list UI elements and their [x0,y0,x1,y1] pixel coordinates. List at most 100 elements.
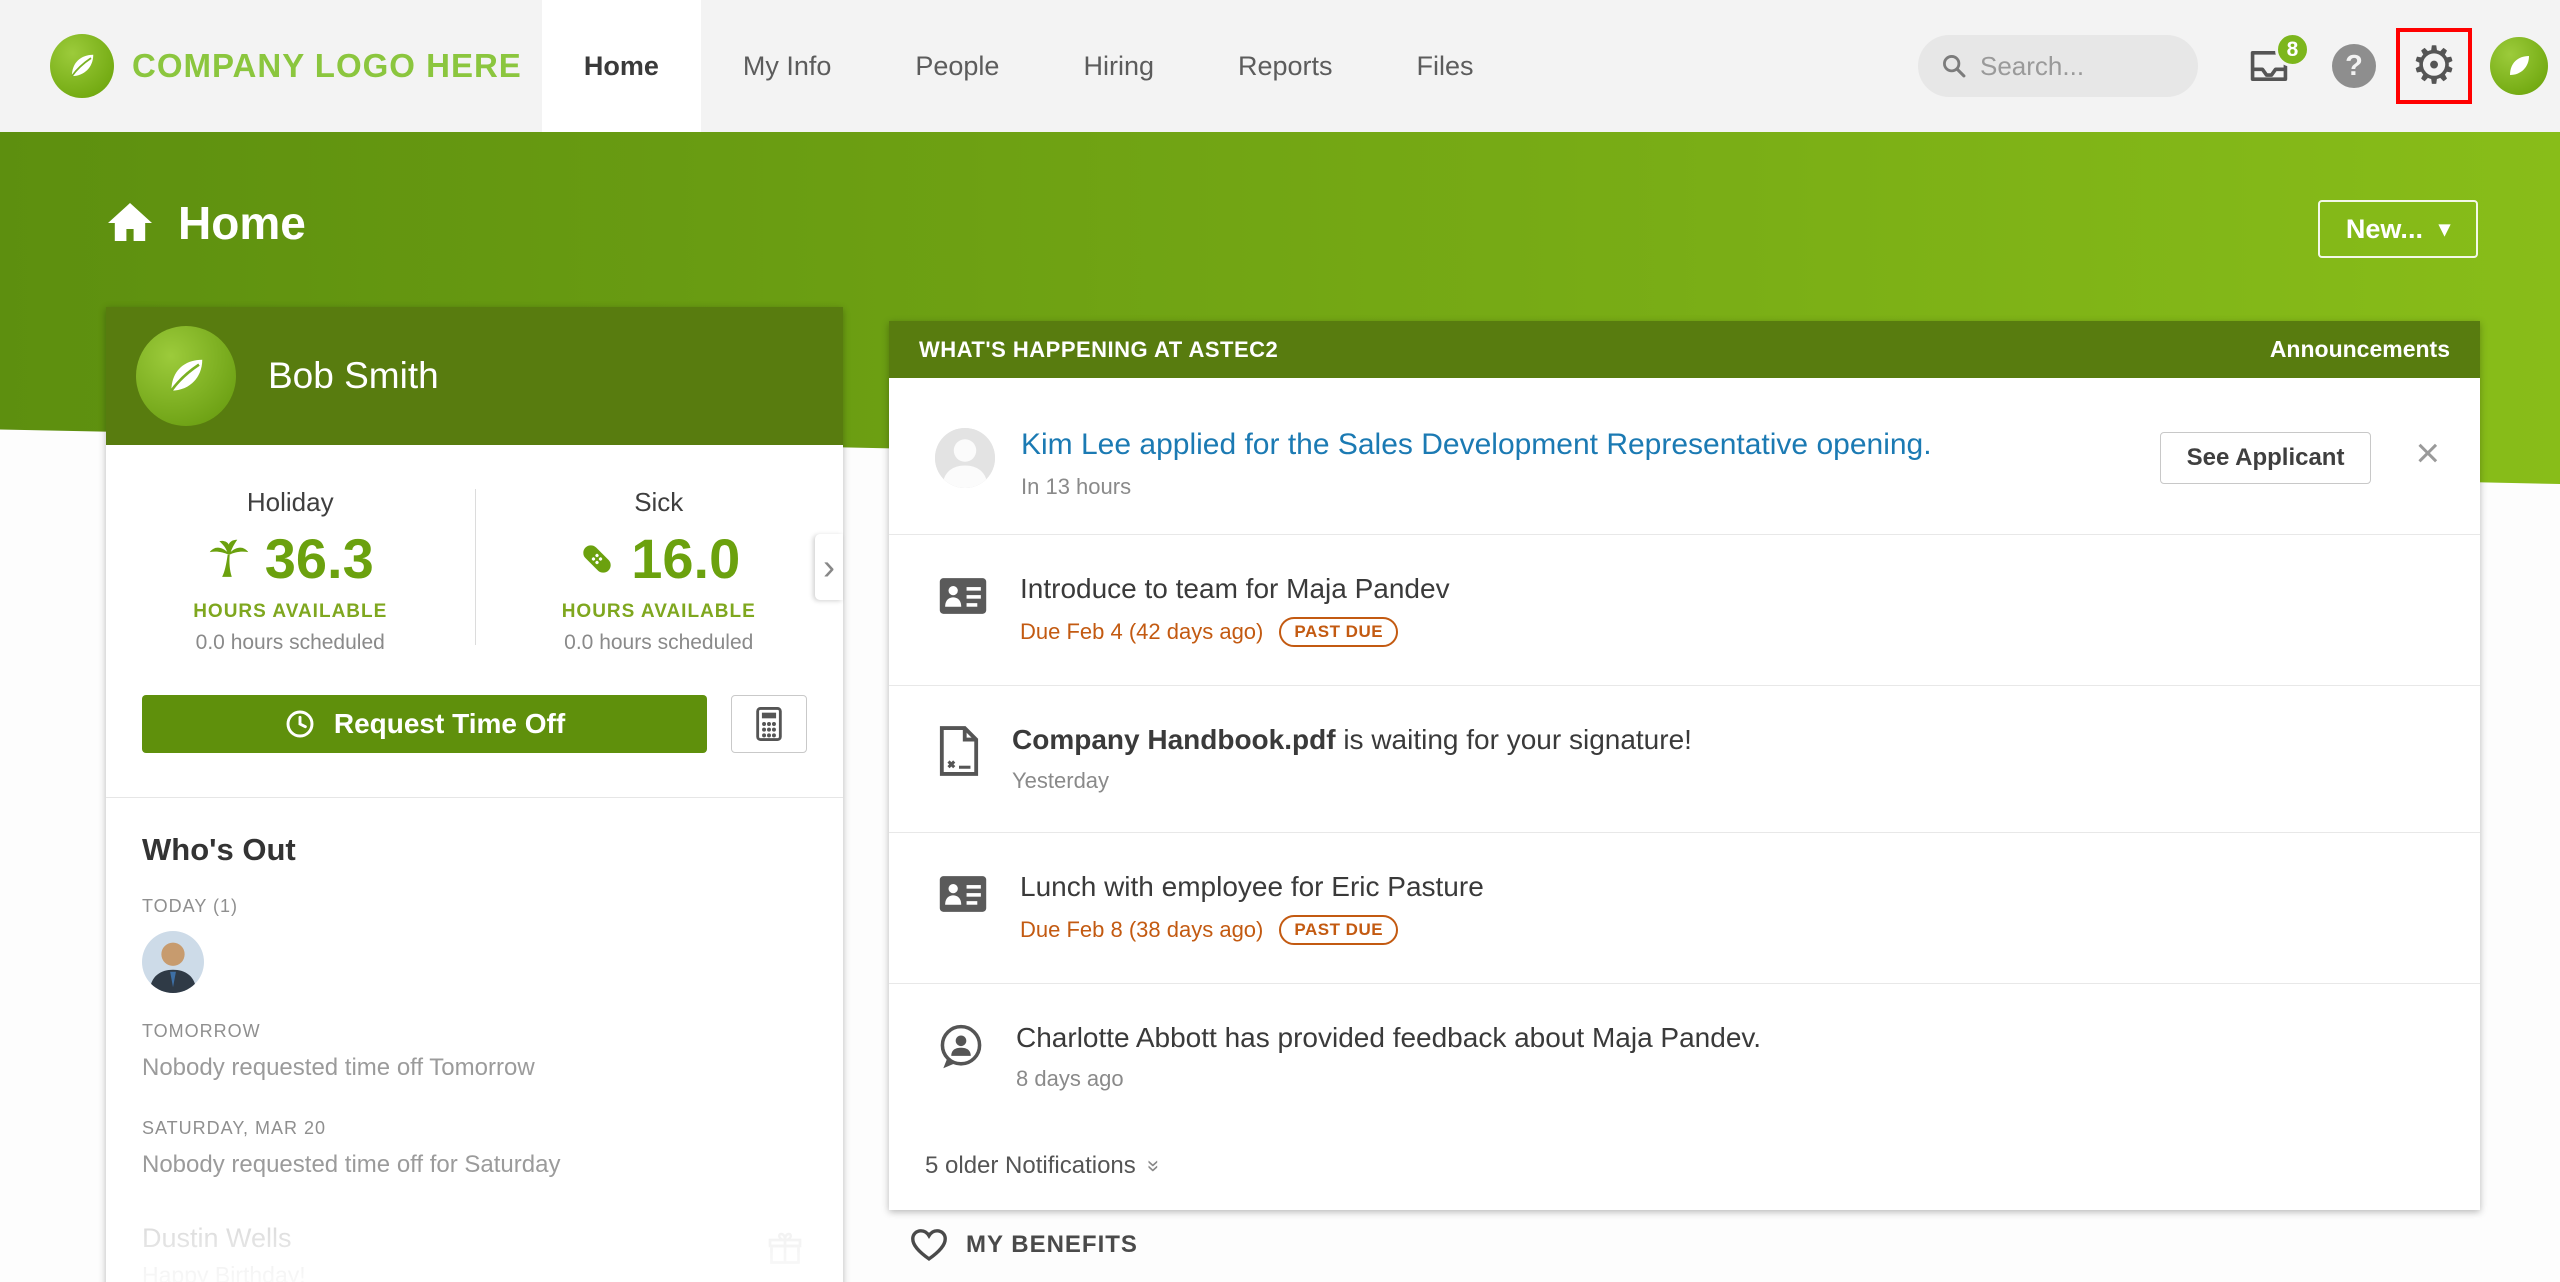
search-input[interactable] [1980,51,2176,82]
nav-home[interactable]: Home [542,0,701,132]
holiday-stat: Holiday 36.3 HOURS AVAILABLE 0.0 hours s… [106,487,475,655]
whos-out-saturday-text: Nobody requested time off for Saturday [142,1151,807,1179]
nav-hiring[interactable]: Hiring [1041,0,1196,132]
task-title-rest: is waiting for your signature! [1336,724,1692,755]
gift-icon [767,1231,803,1272]
task-row: Lunch with employee for Eric Pasture Due… [889,832,2480,983]
task-body: Charlotte Abbott has provided feedback a… [1016,1022,1761,1092]
holiday-scheduled-label: 0.0 hours scheduled [106,631,475,655]
bamboo-leaf-logo-icon [50,34,114,98]
request-time-off-button[interactable]: Request Time Off [142,695,707,753]
settings-highlight-box: ⚙ [2396,28,2472,104]
task-due-text: Due Feb 8 (38 days ago) [1020,917,1263,943]
page-title-text: Home [178,196,306,250]
employee-avatar[interactable] [136,326,236,426]
whats-happening-header: WHAT'S HAPPENING AT ASTEC2 Announcements [889,321,2480,378]
holiday-available-label: HOURS AVAILABLE [106,601,475,623]
nav-my-info[interactable]: My Info [701,0,874,132]
nav-people[interactable]: People [873,0,1041,132]
celebration-text: Happy Birthday! [142,1262,807,1282]
nav-reports[interactable]: Reports [1196,0,1375,132]
sick-label: Sick [475,487,844,518]
task-row: Charlotte Abbott has provided feedback a… [889,983,2480,1130]
main-nav: Home My Info People Hiring Reports Files [542,0,1516,132]
sick-hours-value: 16.0 [631,526,740,591]
task-title[interactable]: Lunch with employee for Eric Pasture [1020,871,1484,903]
whos-out-saturday-label: SATURDAY, MAR 20 [142,1118,807,1139]
settings-gear-icon[interactable]: ⚙ [2411,40,2458,92]
applicant-notification-row: Kim Lee applied for the Sales Developmen… [889,378,2480,534]
whats-happening-card: WHAT'S HAPPENING AT ASTEC2 Announcements… [889,321,2480,1210]
whos-out-section: Who's Out TODAY (1) TOMORROW Nobody requ… [106,797,843,1179]
applicant-body: Kim Lee applied for the Sales Developmen… [1021,428,2134,500]
whos-out-title: Who's Out [142,832,807,868]
time-off-stats: Holiday 36.3 HOURS AVAILABLE 0.0 hours s… [106,445,843,689]
palm-tree-icon [207,537,251,581]
clock-icon [284,708,316,740]
task-title[interactable]: Introduce to team for Maja Pandev [1020,573,1450,605]
page: COMPANY LOGO HERE Home My Info People Hi… [0,0,2560,1282]
search-icon [1940,52,1968,80]
employee-name: Bob Smith [268,355,439,397]
notifications-button[interactable]: 8 [2246,46,2292,86]
document-name: Company Handbook.pdf [1012,724,1336,755]
whos-out-today-avatar[interactable] [142,931,204,993]
whos-out-tomorrow-text: Nobody requested time off Tomorrow [142,1054,807,1082]
task-body: Lunch with employee for Eric Pasture Due… [1020,871,1484,945]
heart-benefits-icon [910,1228,948,1262]
top-navigation-bar: COMPANY LOGO HERE Home My Info People Hi… [0,0,2560,132]
employee-summary-card: Bob Smith Holiday 36.3 HOURS AVAILABLE 0… [106,307,843,1282]
older-notifications-toggle[interactable]: 5 older Notifications » [889,1130,2480,1210]
search-box[interactable] [1918,35,2198,97]
user-avatar[interactable] [2490,37,2548,95]
task-title[interactable]: Charlotte Abbott has provided feedback a… [1016,1022,1761,1054]
my-benefits-section-header: MY BENEFITS [910,1228,1138,1262]
task-due-text: Due Feb 4 (42 days ago) [1020,619,1263,645]
older-notifications-label: 5 older Notifications [925,1152,1136,1180]
sick-stat: Sick 16.0 HOURS AVAILABLE 0.0 hours sche… [475,487,844,655]
time-off-actions: Request Time Off [106,689,843,797]
id-badge-icon [938,873,988,920]
page-title: Home [106,196,306,250]
calculator-icon [754,707,784,741]
signature-document-icon [938,726,980,781]
task-row: Introduce to team for Maja Pandev Due Fe… [889,534,2480,685]
holiday-label: Holiday [106,487,475,518]
whos-out-tomorrow-label: TOMORROW [142,1021,807,1042]
task-row: Company Handbook.pdf is waiting for your… [889,685,2480,832]
past-due-badge: PAST DUE [1279,915,1398,945]
id-badge-icon [938,575,988,622]
new-button-label: New... [2346,214,2423,245]
task-time: 8 days ago [1016,1066,1761,1092]
task-body: Introduce to team for Maja Pandev Due Fe… [1020,573,1450,647]
sick-scheduled-label: 0.0 hours scheduled [475,631,844,655]
celebrations-section: Dustin Wells Happy Birthday! Celebration… [106,1205,843,1282]
calculator-button[interactable] [731,695,807,753]
feedback-icon [938,1024,984,1075]
see-applicant-button[interactable]: See Applicant [2160,432,2372,484]
help-button[interactable]: ? [2332,44,2376,88]
stats-divider [475,489,476,645]
applicant-link[interactable]: Kim Lee applied for the Sales Developmen… [1021,428,2134,462]
caret-down-icon: ▾ [2439,218,2450,240]
applicant-time: In 13 hours [1021,474,2134,500]
company-logo-text: COMPANY LOGO HERE [132,47,522,85]
double-chevron-down-icon: » [1141,1160,1167,1172]
new-button[interactable]: New... ▾ [2318,200,2478,258]
task-body: Company Handbook.pdf is waiting for your… [1012,724,1692,794]
applicant-avatar [935,428,995,488]
stats-next-arrow[interactable]: › [815,534,843,600]
bandage-icon [577,539,617,579]
sick-available-label: HOURS AVAILABLE [475,601,844,623]
task-title[interactable]: Company Handbook.pdf is waiting for your… [1012,724,1692,756]
my-benefits-label: MY BENEFITS [966,1231,1138,1259]
notification-count-badge: 8 [2275,32,2310,67]
announcements-link[interactable]: Announcements [2270,336,2450,363]
nav-files[interactable]: Files [1375,0,1516,132]
whats-happening-title: WHAT'S HAPPENING AT ASTEC2 [919,337,1278,363]
dismiss-notification-icon[interactable]: × [2415,432,2440,474]
company-logo[interactable]: COMPANY LOGO HERE [0,34,522,98]
request-time-off-label: Request Time Off [334,708,565,740]
employee-card-header: Bob Smith [106,307,843,445]
task-time: Yesterday [1012,768,1692,794]
